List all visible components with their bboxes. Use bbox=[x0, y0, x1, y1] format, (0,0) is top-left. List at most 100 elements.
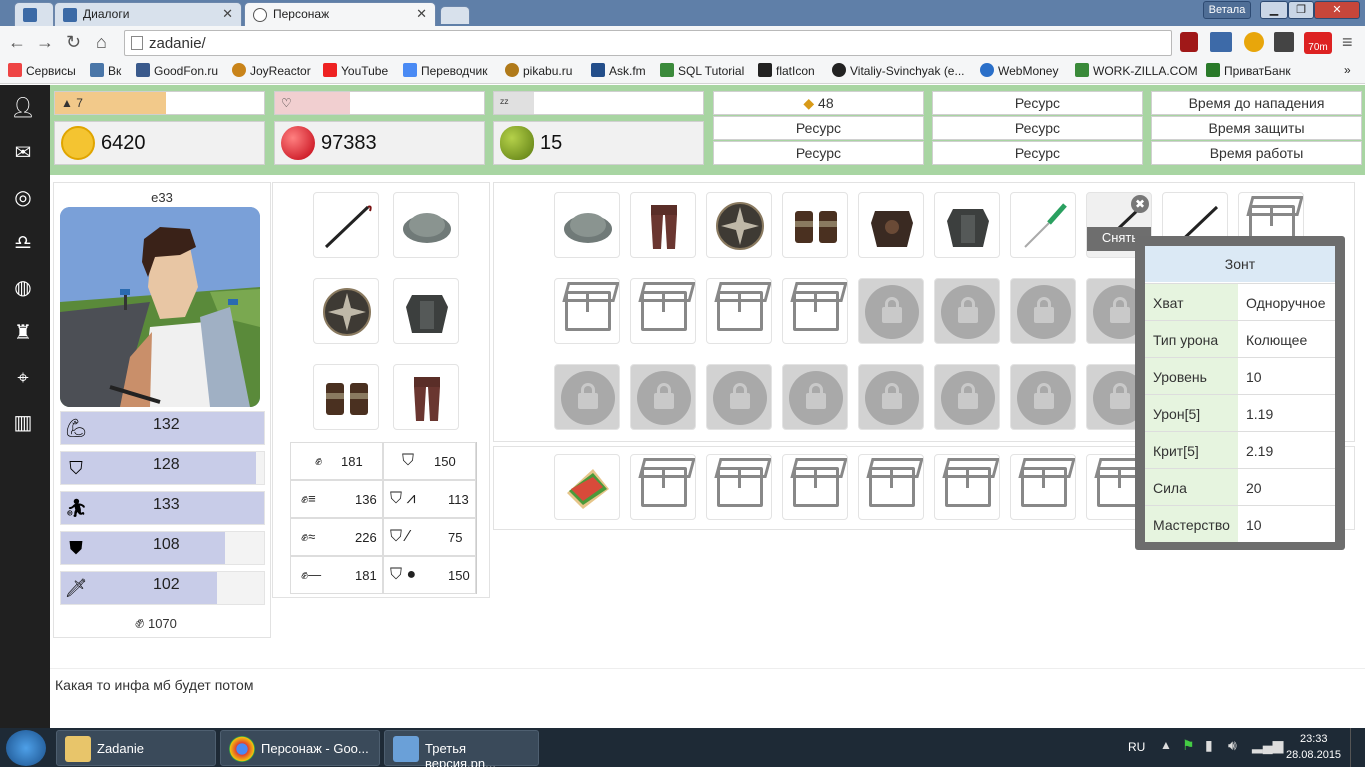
stat-defense: ⛉ 128 bbox=[60, 451, 265, 485]
globe-search-icon[interactable]: ◎ bbox=[10, 185, 36, 211]
defense-crush: ⛉ ⁄ 75 bbox=[383, 518, 476, 556]
close-icon[interactable]: ✕ bbox=[416, 6, 427, 22]
bookmark-pikabu[interactable]: pikabu.ru bbox=[505, 63, 572, 78]
empty-box-icon bbox=[793, 291, 839, 331]
flag-icon[interactable]: ⚑ bbox=[1182, 737, 1195, 754]
stats-icon[interactable]: ▥ bbox=[10, 410, 36, 436]
inventory-slot-empty[interactable] bbox=[782, 278, 848, 344]
consumable-slot[interactable] bbox=[554, 454, 620, 520]
tab-pinned[interactable] bbox=[14, 2, 54, 26]
equip-slot-weapon[interactable] bbox=[313, 192, 379, 258]
inventory-slot[interactable] bbox=[782, 192, 848, 258]
inventory-slot[interactable] bbox=[706, 192, 772, 258]
address-bar[interactable]: zadanie/ bbox=[124, 30, 1172, 56]
volume-icon[interactable]: 🔊︎ bbox=[1228, 737, 1237, 754]
tab-character[interactable]: Персонаж ✕ bbox=[244, 2, 436, 28]
attack-total: ✊︎ 181 bbox=[290, 442, 383, 480]
forward-icon[interactable]: → bbox=[36, 32, 54, 53]
close-window-button[interactable]: ✕ bbox=[1314, 1, 1360, 19]
bookmark-privatbank[interactable]: ПриватБанк bbox=[1206, 63, 1291, 78]
bookmark-joyreactor[interactable]: JoyReactor bbox=[232, 63, 311, 78]
stat-value: 108 bbox=[153, 536, 180, 553]
menu-icon[interactable]: ≡ bbox=[1342, 32, 1353, 53]
piggy-bank-icon[interactable]: ♎︎ bbox=[10, 230, 36, 256]
profile-icon[interactable]: 👤︎ bbox=[10, 95, 36, 121]
bookmark-flaticon[interactable]: flatIcon bbox=[758, 63, 815, 78]
chat-icon bbox=[23, 8, 37, 22]
lock-icon bbox=[1017, 371, 1071, 425]
new-tab-button[interactable] bbox=[440, 6, 470, 24]
consumable-slot-empty[interactable] bbox=[782, 454, 848, 520]
maximize-button[interactable]: ❐ bbox=[1288, 1, 1314, 19]
start-button[interactable] bbox=[6, 730, 46, 766]
timer-ext-icon[interactable]: 70m bbox=[1304, 32, 1332, 54]
bookmark-goodfon[interactable]: GoodFon.ru bbox=[136, 63, 218, 78]
bookmark-youtube[interactable]: YouTube bbox=[323, 63, 388, 78]
more-bookmarks-icon[interactable]: » bbox=[1344, 63, 1351, 77]
mail-icon[interactable]: ✉︎ bbox=[10, 140, 36, 166]
clock-date[interactable]: 28.08.2015 bbox=[1286, 749, 1341, 761]
equip-slot-shield[interactable] bbox=[313, 278, 379, 344]
tower-icon[interactable]: ♜ bbox=[10, 320, 36, 346]
home-icon[interactable]: ⌂ bbox=[96, 32, 107, 53]
tray-expand-icon[interactable]: ▲ bbox=[1160, 738, 1172, 752]
arena-icon[interactable]: ◍ bbox=[10, 275, 36, 301]
inventory-slot-empty[interactable] bbox=[630, 278, 696, 344]
ext-icon[interactable] bbox=[1274, 32, 1294, 52]
empty-box-icon bbox=[717, 291, 763, 331]
equip-slot-body[interactable] bbox=[393, 278, 459, 344]
inventory-slot[interactable] bbox=[1010, 192, 1076, 258]
inventory-slot-empty[interactable] bbox=[706, 278, 772, 344]
bookmark-translate[interactable]: Переводчик bbox=[403, 63, 488, 78]
inventory-slot-empty[interactable] bbox=[554, 278, 620, 344]
taskbar-item[interactable]: Zadanie bbox=[56, 730, 216, 766]
inventory-slot[interactable] bbox=[630, 192, 696, 258]
bookmark-sql[interactable]: SQL Tutorial bbox=[660, 63, 744, 78]
mail-ext-icon[interactable] bbox=[1244, 32, 1264, 52]
reload-icon[interactable]: ↻ bbox=[66, 32, 81, 53]
language-indicator[interactable]: RU bbox=[1128, 740, 1145, 754]
empty-box-icon bbox=[717, 467, 763, 507]
bracers-icon bbox=[326, 383, 368, 415]
sword-icon: 🗡︎ bbox=[64, 578, 88, 598]
location-icon[interactable]: ⌖ bbox=[10, 365, 36, 391]
inventory-slot[interactable] bbox=[554, 192, 620, 258]
show-desktop-button[interactable] bbox=[1350, 728, 1365, 767]
taskbar-item[interactable]: Третья версия.pn... bbox=[384, 730, 539, 771]
consumable-slot-empty[interactable] bbox=[706, 454, 772, 520]
back-icon[interactable]: ← bbox=[8, 32, 26, 53]
equip-slot-head[interactable] bbox=[393, 192, 459, 258]
bookmark-webmoney[interactable]: WebMoney bbox=[980, 63, 1058, 78]
consumable-slot-empty[interactable] bbox=[630, 454, 696, 520]
lock-icon bbox=[941, 285, 995, 339]
close-icon[interactable]: ✖ bbox=[1131, 195, 1149, 213]
bookmark-workzilla[interactable]: WORK-ZILLA.COM bbox=[1075, 63, 1198, 78]
bookmark-github[interactable]: Vitaliy-Svinchyak (e... bbox=[832, 63, 965, 78]
profile-badge[interactable]: Ветала bbox=[1203, 1, 1251, 19]
resource-cell: Ресурс bbox=[932, 91, 1143, 115]
sleep-bar: ᶻᶻ bbox=[493, 91, 704, 115]
bookmark-askfm[interactable]: Ask.fm bbox=[591, 63, 646, 78]
minimize-button[interactable]: ▁ bbox=[1260, 1, 1288, 19]
chest-armor-icon bbox=[406, 295, 448, 333]
consumable-slot-empty[interactable] bbox=[1010, 454, 1076, 520]
tab-dialogs[interactable]: Диалоги ✕ bbox=[54, 2, 242, 26]
chart-ext-icon[interactable] bbox=[1210, 32, 1232, 52]
consumable-slot-empty[interactable] bbox=[858, 454, 924, 520]
empty-box-icon bbox=[869, 467, 915, 507]
equip-slot-legs[interactable] bbox=[393, 364, 459, 430]
ublock-icon[interactable] bbox=[1180, 32, 1198, 52]
equip-slot-hands[interactable] bbox=[313, 364, 379, 430]
shield-icon bbox=[323, 288, 371, 336]
inventory-slot[interactable] bbox=[934, 192, 1000, 258]
bookmark-vk[interactable]: Вк bbox=[90, 63, 121, 78]
inventory-slot[interactable] bbox=[858, 192, 924, 258]
network-icon[interactable]: ▂▄▆ bbox=[1252, 737, 1283, 754]
folder-icon bbox=[65, 736, 91, 762]
bookmark-services[interactable]: Сервисы bbox=[8, 63, 76, 78]
close-icon[interactable]: ✕ bbox=[222, 6, 233, 22]
device-icon[interactable]: ▮ bbox=[1205, 737, 1213, 754]
consumable-slot-empty[interactable] bbox=[934, 454, 1000, 520]
clock-time[interactable]: 23:33 bbox=[1300, 733, 1328, 745]
taskbar-item[interactable]: Персонаж - Goo... bbox=[220, 730, 380, 766]
